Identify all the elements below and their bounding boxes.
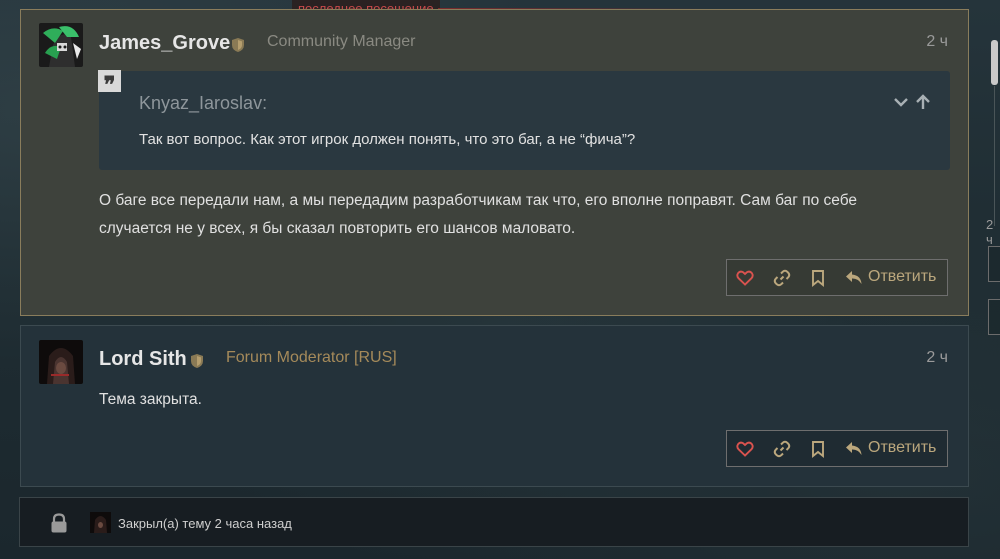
user-role: Community Manager — [267, 33, 416, 50]
topic-closed-event: Закрыл(а) тему 2 часа назад — [19, 497, 969, 547]
quote-author[interactable]: Knyaz_Iaroslav: — [139, 93, 267, 114]
sidebar-button[interactable] — [988, 299, 1000, 335]
bookmark-icon[interactable] — [809, 269, 827, 287]
username[interactable]: James_Grove — [99, 32, 230, 55]
post-time[interactable]: 2 ч — [926, 33, 948, 51]
event-text: Закрыл(а) тему 2 часа назад — [118, 516, 292, 531]
post-time[interactable]: 2 ч — [926, 349, 948, 367]
lock-icon — [51, 513, 67, 533]
quote-icon: ❞ — [98, 70, 121, 97]
username[interactable]: Lord Sith — [99, 348, 187, 371]
shield-icon — [191, 354, 203, 368]
link-icon[interactable] — [773, 269, 791, 287]
timeline-track[interactable] — [994, 86, 995, 226]
user-role: Forum Moderator [RUS] — [226, 349, 397, 366]
reply-icon — [846, 271, 862, 284]
post-james-grove: James_Grove Community Manager 2 ч ❞ Knya… — [20, 9, 969, 316]
quote-block: ❞ Knyaz_Iaroslav: Так вот вопрос. Как эт… — [98, 70, 950, 170]
chevron-down-icon[interactable] — [892, 93, 910, 111]
post-body-line: О баге все передали нам, а мы передадим … — [99, 192, 858, 209]
heart-icon[interactable] — [736, 269, 754, 287]
post-body-line: случается не у всех, я бы сказал повтори… — [99, 220, 576, 237]
reply-label: Ответить — [868, 439, 937, 456]
quote-text: Так вот вопрос. Как этот игрок должен по… — [139, 131, 636, 148]
sidebar-button[interactable] — [988, 246, 1000, 282]
avatar[interactable] — [90, 512, 111, 533]
post-lord-sith: Lord Sith Forum Moderator [RUS] 2 ч Тема… — [20, 325, 969, 487]
avatar[interactable] — [39, 23, 83, 67]
post-actions: Ответить — [726, 259, 948, 296]
timeline-scroll-handle[interactable] — [991, 40, 998, 85]
reply-label: Ответить — [868, 268, 937, 285]
post-actions: Ответить — [726, 430, 948, 467]
bookmark-icon[interactable] — [809, 440, 827, 458]
heart-icon[interactable] — [736, 440, 754, 458]
shield-icon — [232, 38, 244, 52]
post-body: О баге все передали нам, а мы передадим … — [99, 187, 939, 243]
link-icon[interactable] — [773, 440, 791, 458]
post-body: Тема закрыта. — [99, 391, 202, 408]
reply-icon — [846, 442, 862, 455]
avatar[interactable] — [39, 340, 83, 384]
arrow-up-icon[interactable] — [914, 93, 932, 111]
timeline-time-label: 2 ч — [986, 217, 994, 247]
